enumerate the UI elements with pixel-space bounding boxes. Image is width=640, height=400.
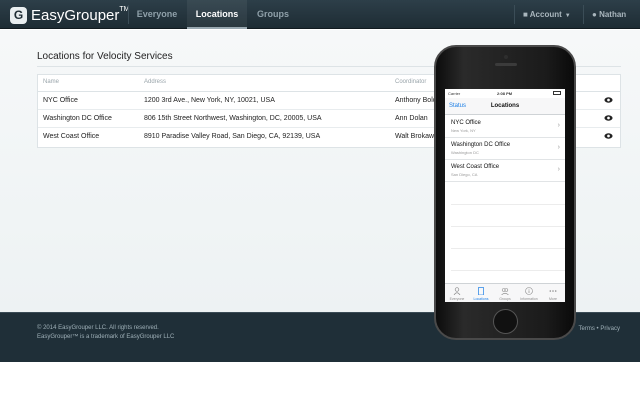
nav-divider: [128, 5, 129, 24]
tab-label: More: [549, 297, 557, 301]
empty-row-divider: [451, 226, 565, 227]
user-label: Nathan: [599, 10, 627, 19]
easygrouper-logo-icon: G: [10, 6, 27, 24]
column-header-coordinator[interactable]: Coordinator: [395, 79, 426, 85]
column-header-address[interactable]: Address: [144, 79, 166, 85]
tab-label: Locations: [473, 297, 489, 301]
footer-link-terms[interactable]: Terms: [579, 326, 595, 332]
tab-more[interactable]: More: [541, 284, 565, 302]
footer-trademark: EasyGrouper™ is a trademark of EasyGroup…: [37, 334, 175, 340]
chevron-right-icon: ›: [557, 122, 560, 129]
empty-row-divider: [451, 270, 565, 271]
location-address: 1200 3rd Ave., New York, NY, 10021, USA: [144, 97, 275, 104]
phone-screen: Carrier 2:08 PM Status Locations NYC Off…: [445, 89, 565, 302]
location-address: 806 15th Street Northwest, Washington, D…: [144, 115, 322, 122]
footer-links: Terms • Privacy: [579, 326, 620, 332]
home-button[interactable]: [493, 309, 518, 334]
nav-groups[interactable]: Groups: [251, 0, 295, 29]
user-menu[interactable]: ● Nathan: [592, 0, 626, 29]
list-item-title: NYC Office: [451, 120, 481, 126]
location-coordinator: Walt Brokaw: [395, 133, 435, 140]
battery-icon: [553, 91, 561, 95]
chevron-right-icon: ›: [557, 166, 560, 173]
nav-divider: [583, 5, 584, 24]
footer-link-privacy[interactable]: Privacy: [600, 326, 620, 332]
brand[interactable]: G EasyGrouper TM: [10, 5, 129, 25]
empty-row-divider: [451, 204, 565, 205]
list-item-title: West Coast Office: [451, 164, 500, 170]
location-coordinator: Anthony Bolo: [395, 97, 437, 104]
building-icon: [478, 287, 484, 295]
location-name: Washington DC Office: [43, 115, 112, 122]
chevron-down-icon: ▼: [564, 13, 571, 19]
list-item-subtitle: Washington DC: [451, 150, 479, 155]
tab-label: Groups: [499, 297, 511, 301]
nav-divider: [514, 5, 515, 24]
nav-everyone[interactable]: Everyone: [131, 0, 183, 29]
tab-label: Information: [520, 297, 538, 301]
list-item[interactable]: Washington DC Office Washington DC ›: [445, 138, 565, 160]
tab-groups[interactable]: Groups: [493, 284, 517, 302]
tab-information[interactable]: Information: [517, 284, 541, 302]
ios-navigation-bar: Status Locations: [445, 98, 565, 115]
group-icon: [501, 288, 509, 295]
view-eye-icon[interactable]: [604, 114, 613, 122]
view-eye-icon[interactable]: [604, 132, 613, 140]
nav-locations[interactable]: Locations: [187, 0, 247, 29]
user-icon: ●: [592, 10, 597, 19]
location-address: 8910 Paradise Valley Road, San Diego, CA…: [144, 133, 321, 140]
browser-page: G EasyGrouper TM Everyone Locations Grou…: [0, 0, 640, 400]
ios-nav-title: Locations: [490, 103, 520, 109]
iphone-mockup: Carrier 2:08 PM Status Locations NYC Off…: [434, 45, 576, 340]
account-menu[interactable]: ■ Account ▼: [523, 0, 571, 29]
view-eye-icon[interactable]: [604, 96, 613, 104]
list-item-title: Washington DC Office: [451, 142, 511, 148]
status-time: 2:08 PM: [497, 91, 513, 96]
page-title: Locations for Velocity Services: [37, 51, 173, 62]
ios-tab-bar: Everyone Locations Groups Information Mo…: [445, 283, 565, 302]
ios-status-bar: Carrier 2:08 PM: [445, 89, 565, 98]
phone-speaker: [495, 63, 517, 66]
account-icon: ■: [523, 10, 528, 19]
location-coordinator: Ann Dolan: [395, 115, 428, 122]
location-name: West Coast Office: [43, 133, 100, 140]
list-item-subtitle: San Diego, CA: [451, 172, 478, 177]
tab-locations[interactable]: Locations: [469, 284, 493, 302]
top-navbar: G EasyGrouper TM Everyone Locations Grou…: [0, 0, 640, 29]
location-name: NYC Office: [43, 97, 78, 104]
footer-copyright: © 2014 EasyGrouper LLC. All rights reser…: [37, 325, 159, 331]
brand-name: EasyGrouper: [31, 6, 120, 24]
chevron-right-icon: ›: [557, 144, 560, 151]
column-header-name[interactable]: Name: [43, 79, 59, 85]
phone-camera: [504, 55, 508, 59]
person-icon: [453, 287, 461, 295]
more-icon: [549, 290, 557, 292]
carrier-label: Carrier: [448, 91, 461, 96]
tab-everyone[interactable]: Everyone: [445, 284, 469, 302]
list-item[interactable]: West Coast Office San Diego, CA ›: [445, 160, 565, 182]
info-icon: [525, 287, 533, 295]
empty-row-divider: [451, 248, 565, 249]
list-item-subtitle: New York, NY: [451, 128, 476, 133]
tab-label: Everyone: [449, 297, 465, 301]
account-label: Account: [529, 10, 562, 19]
list-item[interactable]: NYC Office New York, NY ›: [445, 116, 565, 138]
